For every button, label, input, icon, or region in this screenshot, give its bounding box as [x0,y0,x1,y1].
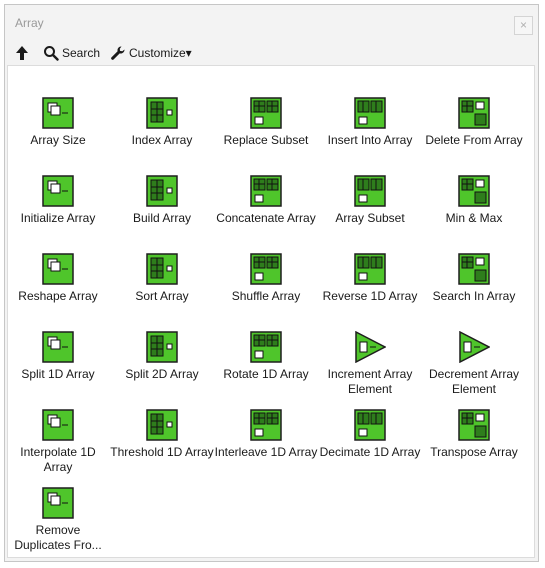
palette-item[interactable]: Rotate 1D Array [214,331,318,406]
title-bar: Array × [5,5,538,39]
palette-item[interactable]: Threshold 1D Array [110,409,214,484]
palette-item[interactable]: Array Size [6,97,110,172]
palette-item-label: Increment Array Element [327,367,413,396]
search-button[interactable]: Search [43,43,100,63]
palette-item-label: Search In Array [432,289,516,303]
palette-item-label: Reverse 1D Array [322,289,418,303]
palette-item-label: Remove Duplicates Fro... [14,523,102,552]
palette-item-label: Concatenate Array [216,211,316,225]
palette-window: Array × Search Customize▾ Array Size Inde… [4,4,539,562]
delete-from-array-icon [458,97,490,129]
window-title: Array [15,16,44,30]
palette-item-label: Index Array [131,133,193,147]
palette-item-label: Insert Into Array [327,133,413,147]
build-array-icon [146,175,178,207]
up-arrow-icon [16,46,28,60]
index-array-icon [146,97,178,129]
close-icon: × [519,18,527,32]
palette-item-label: Replace Subset [223,133,309,147]
palette-item[interactable]: Interleave 1D Array [214,409,318,484]
customize-label: Customize▾ [129,46,192,60]
palette-item-label: Threshold 1D Array [110,445,214,459]
palette-item[interactable]: Transpose Array [422,409,526,484]
threshold-1d-array-icon [146,409,178,441]
array-subset-icon [354,175,386,207]
palette-item[interactable]: Index Array [110,97,214,172]
palette-item-label: Transpose Array [430,445,518,459]
wrench-icon [111,46,125,60]
search-label: Search [62,46,101,60]
palette-item[interactable]: Initialize Array [6,175,110,250]
up-button[interactable] [14,43,30,63]
concatenate-array-icon [250,175,282,207]
palette-item-label: Rotate 1D Array [223,367,309,381]
palette-item[interactable]: Delete From Array [422,97,526,172]
palette-item[interactable]: Shuffle Array [214,253,318,328]
palette-item-label: Decrement Array Element [428,367,520,396]
palette-item[interactable]: Array Subset [318,175,422,250]
transpose-array-icon [458,409,490,441]
palette-item[interactable]: Reverse 1D Array [318,253,422,328]
split-1d-array-icon [42,331,74,363]
palette-item-label: Decimate 1D Array [319,445,421,459]
palette-item-label: Interpolate 1D Array [20,445,96,474]
customize-button[interactable]: Customize▾ [110,43,192,63]
replace-subset-icon [250,97,282,129]
palette-item-label: Split 1D Array [21,367,95,381]
palette-item[interactable]: Insert Into Array [318,97,422,172]
palette-item[interactable]: Decrement Array Element [422,331,526,406]
interleave-1d-array-icon [250,409,282,441]
palette-item-label: Split 2D Array [125,367,199,381]
palette-item-label: Shuffle Array [231,289,301,303]
palette-item-label: Delete From Array [425,133,523,147]
reshape-array-icon [42,253,74,285]
reverse-1d-array-icon [354,253,386,285]
palette-item-label: Sort Array [135,289,189,303]
palette-item[interactable]: Reshape Array [6,253,110,328]
rotate-1d-array-icon [250,331,282,363]
palette-item[interactable]: Split 2D Array [110,331,214,406]
insert-into-array-icon [354,97,386,129]
palette-toolbar: Search Customize▾ [5,39,538,65]
palette-item[interactable]: Interpolate 1D Array [6,409,110,484]
split-2d-array-icon [146,331,178,363]
shuffle-array-icon [250,253,282,285]
close-button[interactable]: × [514,16,533,35]
palette-item-label: Interleave 1D Array [214,445,318,459]
decrement-array-element-icon [459,331,490,363]
palette-item[interactable]: Replace Subset [214,97,318,172]
palette-item[interactable]: Remove Duplicates Fro... [6,487,110,562]
search-icon [44,46,59,61]
palette-item[interactable]: Split 1D Array [6,331,110,406]
remove-duplicates-icon [42,487,74,519]
palette-item[interactable]: Concatenate Array [214,175,318,250]
min-max-icon [458,175,490,207]
palette-item-label: Reshape Array [18,289,98,303]
palette-item[interactable]: Decimate 1D Array [318,409,422,484]
palette-content: Array Size Index Array Replace Subset Inser… [7,65,535,558]
palette-item-label: Build Array [132,211,192,225]
palette-item[interactable]: Increment Array Element [318,331,422,406]
array-size-icon [42,97,74,129]
increment-array-element-icon [355,331,386,363]
palette-item[interactable]: Build Array [110,175,214,250]
palette-item[interactable]: Search In Array [422,253,526,328]
sort-array-icon [146,253,178,285]
interpolate-1d-array-icon [42,409,74,441]
decimate-1d-array-icon [354,409,386,441]
palette-item-label: Initialize Array [20,211,96,225]
palette-item[interactable]: Sort Array [110,253,214,328]
initialize-array-icon [42,175,74,207]
palette-item-label: Min & Max [445,211,503,225]
palette-item-label: Array Subset [335,211,405,225]
palette-item-label: Array Size [30,133,86,147]
palette-item[interactable]: Min & Max [422,175,526,250]
search-in-array-icon [458,253,490,285]
